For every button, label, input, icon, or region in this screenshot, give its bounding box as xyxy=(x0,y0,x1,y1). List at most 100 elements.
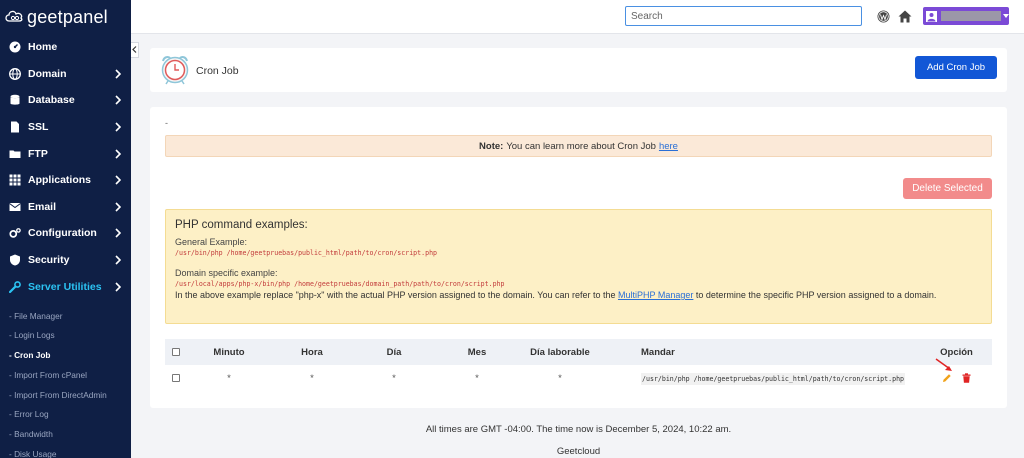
chevron-right-icon xyxy=(115,149,123,159)
col-opcion: Opción xyxy=(940,346,973,358)
sidebar-item-domain[interactable]: Domain xyxy=(0,61,131,88)
col-dia: Día xyxy=(386,346,402,358)
alarm-clock-icon xyxy=(159,53,191,85)
grid-icon xyxy=(9,174,21,186)
cell-dia: * xyxy=(392,372,396,384)
sidebar-subitem-bandwidth[interactable]: - Bandwidth xyxy=(0,424,131,444)
chevron-right-icon xyxy=(115,202,123,212)
shield-icon xyxy=(9,254,21,266)
multiphp-manager-link[interactable]: MultiPHP Manager xyxy=(618,290,693,300)
page-title: Cron Job xyxy=(196,65,239,77)
sidebar-subitem-import-cpanel[interactable]: - Import From cPanel xyxy=(0,365,131,385)
domain-example-label: Domain specific example: xyxy=(175,268,278,278)
examples-description: In the above example replace "php-x" wit… xyxy=(175,290,982,300)
domain-example-code: /usr/local/apps/php-x/bin/php /home/geet… xyxy=(175,280,505,288)
delete-trash-icon[interactable] xyxy=(962,373,972,383)
database-icon xyxy=(9,94,21,106)
chevron-right-icon xyxy=(115,122,123,132)
col-dia-laborable: Día laborable xyxy=(530,346,590,358)
cloud-logo-icon xyxy=(4,9,24,26)
sidebar-item-label: SSL xyxy=(28,121,49,134)
note-text: You can learn more about Cron Job xyxy=(506,140,656,152)
row-options xyxy=(921,373,992,383)
user-icon xyxy=(926,10,937,22)
gauge-icon xyxy=(9,41,21,53)
topbar xyxy=(131,0,1024,34)
cell-minuto: * xyxy=(227,372,231,384)
php-examples-box: PHP command examples: General Example: /… xyxy=(165,209,992,324)
sidebar-item-ftp[interactable]: FTP xyxy=(0,140,131,167)
cell-mes: * xyxy=(475,372,479,384)
chevron-right-icon xyxy=(115,95,123,106)
add-cron-job-button[interactable]: Add Cron Job xyxy=(915,56,997,79)
sidebar-collapse-handle[interactable] xyxy=(131,42,139,58)
globe-icon xyxy=(9,67,21,80)
general-example-code: /usr/bin/php /home/geetpruebas/public_ht… xyxy=(175,249,438,257)
chevron-right-icon xyxy=(115,255,123,265)
user-name-redacted xyxy=(941,11,1001,21)
caret-down-icon xyxy=(1003,14,1009,18)
table-header: Minuto Hora Día Mes Día laborable Mandar… xyxy=(165,339,992,365)
sidebar-item-label: Server Utilities xyxy=(28,280,102,293)
sidebar-item-label: Domain xyxy=(28,67,67,80)
sidebar-item-configuration[interactable]: Configuration xyxy=(0,220,131,247)
col-minuto: Minuto xyxy=(213,346,245,358)
sidebar-item-home[interactable]: Home xyxy=(0,34,131,61)
sidebar-item-label: Security xyxy=(28,254,70,267)
cell-hora: * xyxy=(310,372,314,384)
cell-mandar: /usr/bin/php /home/geetpruebas/public_ht… xyxy=(641,372,906,385)
brand-name: geetpanel xyxy=(27,6,108,27)
footer-time: All times are GMT -04:00. The time now i… xyxy=(425,424,732,435)
sidebar-item-label: Configuration xyxy=(28,227,97,240)
sidebar-item-email[interactable]: Email xyxy=(0,194,131,221)
row-checkbox[interactable] xyxy=(172,374,180,382)
chevron-right-icon xyxy=(115,69,123,79)
general-example-label: General Example: xyxy=(175,237,248,247)
wrench-icon xyxy=(9,280,21,293)
col-mandar: Mandar xyxy=(641,346,675,358)
search-input[interactable] xyxy=(625,6,862,26)
sidebar-subitem-error-log[interactable]: - Error Log xyxy=(0,404,131,424)
chevron-left-icon xyxy=(132,45,137,56)
sidebar-item-server-utilities[interactable]: Server Utilities xyxy=(0,273,131,300)
sidebar-item-ssl[interactable]: SSL xyxy=(0,114,131,141)
sidebar-item-security[interactable]: Security xyxy=(0,247,131,274)
chevron-right-icon xyxy=(115,228,123,239)
sidebar: geetpanel Home Domain Database SSL FTP A… xyxy=(0,0,131,458)
cogs-icon xyxy=(9,227,21,239)
folder-icon xyxy=(9,148,21,160)
brand-logo[interactable]: geetpanel xyxy=(0,0,131,34)
col-mes: Mes xyxy=(467,346,487,358)
table-row: * * * * * /usr/bin/php /home/geetpruebas… xyxy=(165,365,992,391)
col-hora: Hora xyxy=(301,346,323,358)
footer-brand: Geetcloud xyxy=(556,446,601,457)
sidebar-subitem-import-directadmin[interactable]: - Import From DirectAdmin xyxy=(0,385,131,405)
desc-before: In the above example replace "php-x" wit… xyxy=(175,290,616,300)
note-here-link[interactable]: here xyxy=(659,141,678,152)
user-menu-button[interactable] xyxy=(923,7,1009,25)
home-icon[interactable] xyxy=(898,9,912,23)
note-banner: Note: You can learn more about Cron Job … xyxy=(165,135,992,157)
wordpress-icon[interactable] xyxy=(876,9,890,23)
sidebar-subitem-file-manager[interactable]: - File Manager xyxy=(0,306,131,326)
chevron-right-icon xyxy=(115,175,123,185)
examples-title: PHP command examples: xyxy=(175,219,308,231)
chevron-right-icon xyxy=(115,282,123,292)
cron-table: Minuto Hora Día Mes Día laborable Mandar… xyxy=(165,339,992,391)
red-arrow-annotation-icon xyxy=(934,357,954,376)
sidebar-subitem-cron-job[interactable]: - Cron Job xyxy=(0,345,131,365)
sidebar-item-label: Home xyxy=(28,41,58,54)
note-prefix: Note: xyxy=(479,140,504,152)
select-all-checkbox[interactable] xyxy=(172,348,180,356)
sidebar-item-label: Email xyxy=(28,200,57,213)
sidebar-item-applications[interactable]: Applications xyxy=(0,167,131,194)
page-header-card: Cron Job Add Cron Job xyxy=(150,48,1007,92)
envelope-icon xyxy=(9,201,21,213)
sidebar-subitem-login-logs[interactable]: - Login Logs xyxy=(0,326,131,346)
sidebar-subitem-disk-usage[interactable]: - Disk Usage xyxy=(0,444,131,458)
delete-selected-button[interactable]: Delete Selected xyxy=(903,178,992,199)
sidebar-item-database[interactable]: Database xyxy=(0,87,131,114)
cell-dia-laborable: * xyxy=(558,372,562,384)
sidebar-item-label: Database xyxy=(28,94,75,107)
file-icon xyxy=(9,121,21,133)
